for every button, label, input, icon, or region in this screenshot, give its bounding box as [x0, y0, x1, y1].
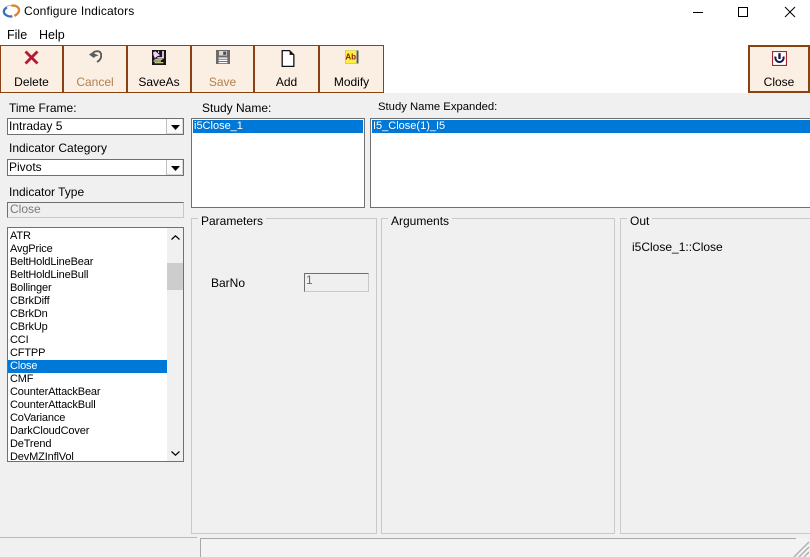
svg-text:Ab: Ab: [345, 52, 356, 61]
